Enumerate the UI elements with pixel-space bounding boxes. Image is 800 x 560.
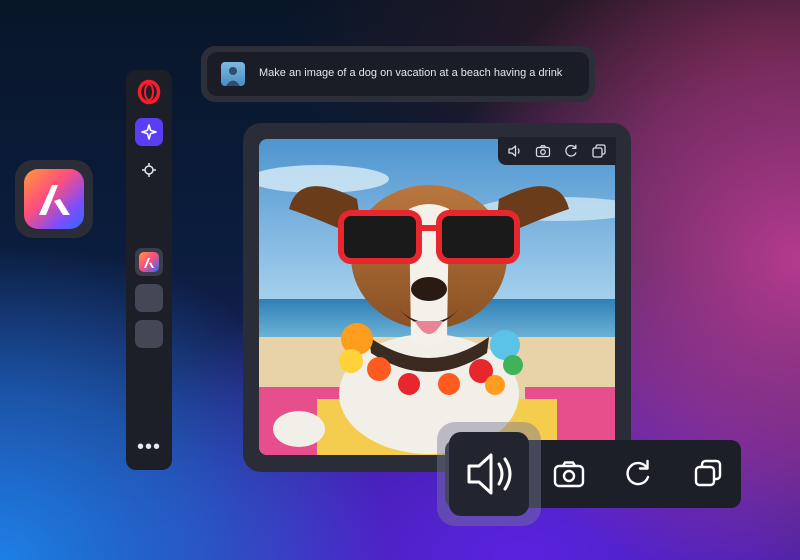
prompt-bubble: Make an image of a dog on vacation at a … <box>207 52 589 96</box>
refresh-icon[interactable] <box>561 141 581 161</box>
sidebar: ••• <box>126 70 172 470</box>
crosshair-icon[interactable] <box>135 156 163 184</box>
camera-icon[interactable] <box>533 141 553 161</box>
camera-icon[interactable] <box>551 456 587 492</box>
user-avatar <box>221 62 245 86</box>
prompt-text: Make an image of a dog on vacation at a … <box>259 67 563 79</box>
generated-image[interactable] <box>259 139 615 455</box>
app-logo-icon[interactable] <box>24 169 84 229</box>
more-options-button[interactable]: ••• <box>135 437 163 468</box>
app-icon-frame <box>15 160 93 238</box>
speaker-icon[interactable] <box>505 141 525 161</box>
opera-logo-icon[interactable] <box>135 78 163 106</box>
speaker-button[interactable] <box>449 432 529 516</box>
generated-image-card <box>243 123 631 472</box>
empty-slot[interactable] <box>135 284 163 312</box>
image-mini-toolbar <box>498 137 616 165</box>
copy-icon[interactable] <box>589 141 609 161</box>
refresh-icon[interactable] <box>620 456 656 492</box>
empty-slot[interactable] <box>135 320 163 348</box>
copy-icon[interactable] <box>690 456 726 492</box>
prompt-frame: Make an image of a dog on vacation at a … <box>201 46 595 102</box>
aria-sparkle-icon[interactable] <box>135 118 163 146</box>
app-thumbnail-icon[interactable] <box>135 248 163 276</box>
enlarged-toolbar <box>437 422 741 526</box>
